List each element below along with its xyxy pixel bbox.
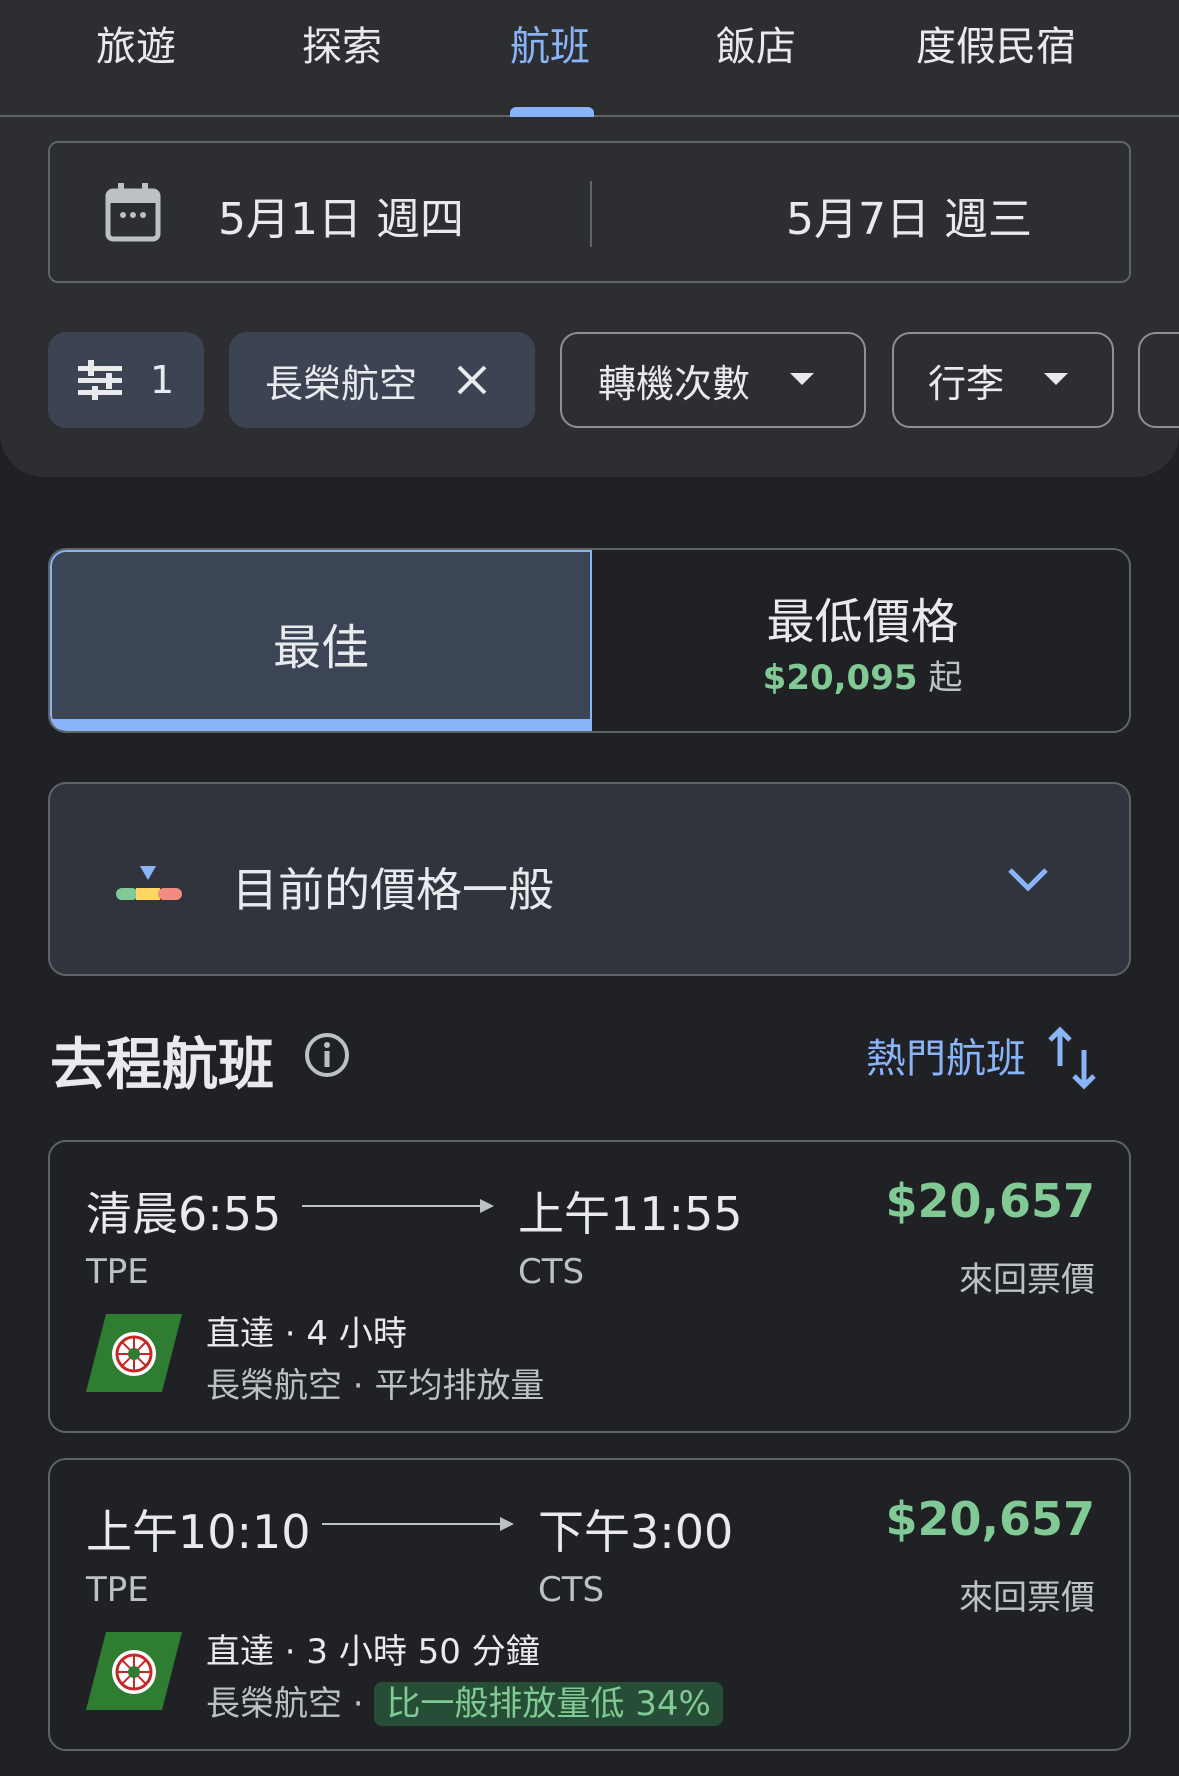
sort-best-label: 最佳	[272, 620, 369, 676]
cheapest-price-line: $20,095 起	[592, 650, 1129, 699]
tune-icon	[78, 360, 122, 400]
search-panel: 旅遊 探索 航班 飯店 度假民宿 5月1日 週四 5月7日 週三 1 長榮航空 …	[0, 0, 1179, 477]
more-filter-chip[interactable]	[1138, 332, 1179, 428]
price-insight-text: 目前的價格一般	[232, 863, 554, 917]
all-filters-button[interactable]: 1	[48, 332, 204, 428]
date-divider	[590, 181, 592, 247]
price-insight-panel[interactable]: 目前的價格一般	[48, 782, 1131, 976]
chevron-down-icon[interactable]	[1006, 862, 1050, 898]
sort-by-button[interactable]: 熱門航班	[866, 1026, 1026, 1084]
bags-chip-label: 行李	[928, 361, 1005, 406]
tab-vacation-rentals[interactable]: 度假民宿	[916, 14, 1076, 72]
price-level-icon	[116, 866, 182, 900]
calendar-icon	[105, 183, 161, 242]
arrival-time: 上午11:55	[518, 1187, 743, 1241]
tab-travel[interactable]: 旅遊	[96, 14, 176, 72]
info-icon[interactable]	[304, 1032, 350, 1078]
date-picker[interactable]: 5月1日 週四 5月7日 週三	[48, 141, 1131, 283]
arrival-airport: CTS	[518, 1252, 585, 1292]
departure-date[interactable]: 5月1日 週四	[218, 183, 464, 247]
section-title: 去程航班	[50, 1033, 274, 1098]
emissions-text: 平均排放量	[374, 1366, 545, 1406]
cheapest-price: $20,095	[762, 658, 918, 698]
top-nav: 旅遊 探索 航班 飯店 度假民宿	[0, 0, 1179, 117]
stops-duration: 直達 · 4 小時	[206, 1314, 407, 1354]
departure-time: 上午10:10	[86, 1505, 311, 1559]
eva-air-logo	[86, 1314, 182, 1392]
dropdown-arrow-icon	[1044, 373, 1069, 385]
stops-filter-chip[interactable]: 轉機次數	[560, 332, 866, 428]
flights-page: 旅遊 探索 航班 飯店 度假民宿 5月1日 週四 5月7日 週三 1 長榮航空 …	[0, 0, 1179, 1776]
emissions-badge: 比一般排放量低 34%	[374, 1682, 723, 1726]
sort-tabs: 最佳 最低價格 $20,095 起	[48, 548, 1131, 733]
sort-active-indicator	[52, 719, 590, 729]
departure-time: 清晨6:55	[86, 1187, 282, 1241]
airline-name: 長榮航空	[206, 1366, 342, 1406]
sort-best-tab[interactable]: 最佳	[50, 550, 592, 731]
close-icon[interactable]	[455, 363, 489, 397]
stops-chip-label: 轉機次數	[598, 361, 751, 406]
sort-cheapest-tab[interactable]: 最低價格	[592, 582, 1129, 652]
tab-hotels[interactable]: 飯店	[716, 14, 796, 72]
route-arrow-icon	[302, 1199, 494, 1213]
airline-chip-label: 長榮航空	[265, 361, 418, 406]
tab-flights[interactable]: 航班	[510, 14, 590, 72]
active-tab-indicator	[510, 107, 594, 117]
flight-price: $20,657	[885, 1174, 1095, 1228]
swap-vert-icon[interactable]	[1046, 1026, 1098, 1090]
departure-airport: TPE	[86, 1570, 149, 1610]
arrival-airport: CTS	[538, 1570, 605, 1610]
price-type-label: 來回票價	[959, 1578, 1095, 1618]
arrival-time: 下午3:00	[538, 1505, 734, 1559]
cheapest-price-suffix: 起	[928, 658, 963, 698]
route-arrow-icon	[322, 1517, 514, 1531]
flight-result-card[interactable]: 清晨6:55 上午11:55 TPE CTS $20,657 來回票價 直達 ·…	[48, 1140, 1131, 1433]
flight-result-card[interactable]: 上午10:10 下午3:00 TPE CTS $20,657 來回票價 直達 ·…	[48, 1458, 1131, 1751]
dropdown-arrow-icon	[790, 373, 815, 385]
airline-emissions-line: 長榮航空 · 比一般排放量低 34%	[206, 1676, 723, 1726]
return-date[interactable]: 5月7日 週三	[786, 183, 1032, 247]
filter-count: 1	[150, 358, 175, 402]
bags-filter-chip[interactable]: 行李	[892, 332, 1114, 428]
stops-duration: 直達 · 3 小時 50 分鐘	[206, 1632, 540, 1672]
flight-price: $20,657	[885, 1492, 1095, 1546]
tab-explore[interactable]: 探索	[302, 14, 382, 72]
airline-filter-chip[interactable]: 長榮航空	[229, 332, 535, 428]
airline-emissions-line: 長榮航空 · 平均排放量	[206, 1366, 545, 1406]
departure-airport: TPE	[86, 1252, 149, 1292]
price-type-label: 來回票價	[959, 1260, 1095, 1300]
eva-air-logo	[86, 1632, 182, 1710]
airline-name: 長榮航空	[206, 1684, 342, 1724]
